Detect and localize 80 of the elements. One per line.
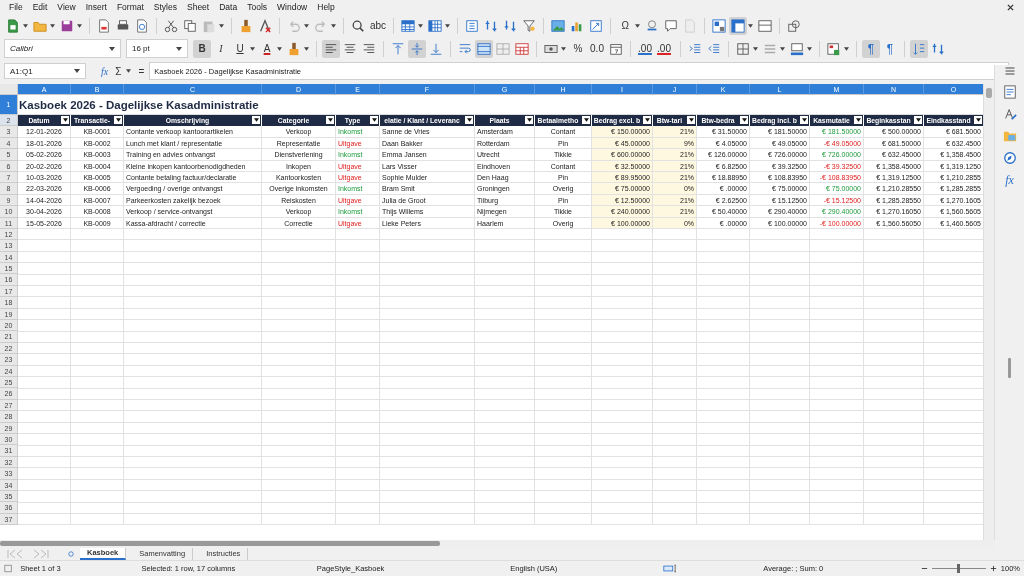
autofilter-button[interactable]	[643, 116, 651, 124]
menu-item[interactable]: Window	[272, 2, 313, 12]
menu-item[interactable]: Format	[111, 2, 149, 12]
sum-button[interactable]: Σ	[113, 65, 124, 77]
autofilter-button[interactable]	[252, 116, 260, 124]
dropdown-arrow-icon[interactable]	[748, 23, 754, 28]
functions-button[interactable]: fx	[1005, 173, 1014, 188]
autofilter-button[interactable]	[582, 116, 590, 124]
underline-button[interactable]: U	[231, 39, 249, 58]
close-icon[interactable]	[1007, 3, 1014, 11]
autofilter-button[interactable]	[326, 116, 334, 124]
dropdown-arrow-icon[interactable]	[50, 23, 55, 28]
dropdown-arrow-icon[interactable]	[23, 23, 28, 28]
properties-icon[interactable]	[1002, 85, 1017, 99]
bold-button[interactable]: B	[193, 39, 211, 58]
dropdown-arrow-icon[interactable]	[418, 23, 424, 28]
dropdown-arrow-icon[interactable]	[635, 23, 641, 28]
font-color-button[interactable]: A	[258, 39, 276, 58]
add-decimal-button[interactable]: .00	[636, 39, 654, 58]
dropdown-arrow-icon[interactable]	[304, 23, 309, 28]
dropdown-arrow-icon[interactable]	[109, 46, 115, 51]
dropdown-arrow-icon[interactable]	[176, 46, 182, 51]
zoom-in-icon[interactable]	[989, 565, 997, 572]
freeze-panes-icon[interactable]	[729, 16, 748, 35]
dropdown-arrow-icon[interactable]	[304, 46, 309, 51]
print-area-icon[interactable]	[710, 16, 729, 35]
dropdown-arrow-icon[interactable]	[219, 23, 224, 28]
right-to-left-button[interactable]: ¶	[881, 39, 899, 58]
document-status-icon	[4, 564, 13, 573]
autofilter-button[interactable]	[687, 116, 695, 124]
autofilter-button[interactable]	[114, 116, 122, 124]
dropdown-arrow-icon[interactable]	[74, 69, 80, 73]
autofilter-button[interactable]	[525, 116, 533, 124]
autofilter-button[interactable]	[854, 116, 862, 124]
align-left-icon[interactable]	[322, 39, 340, 58]
merge-center-icon[interactable]	[475, 39, 493, 58]
autofilter-button[interactable]	[800, 116, 808, 124]
menu-item[interactable]: Edit	[27, 2, 53, 12]
name-box[interactable]: A1:Q1	[4, 63, 86, 79]
dropdown-arrow-icon[interactable]	[780, 46, 785, 51]
menu-item[interactable]: Styles	[148, 2, 182, 12]
dropdown-arrow-icon[interactable]	[250, 46, 255, 51]
percent-button[interactable]: %	[569, 39, 587, 58]
dropdown-arrow-icon[interactable]	[753, 46, 758, 51]
menu-item[interactable]: Tools	[242, 2, 272, 12]
dropdown-arrow-icon[interactable]	[277, 46, 282, 51]
font-size-field[interactable]: 16 pt	[126, 39, 188, 58]
menu-item[interactable]: Insert	[80, 2, 112, 12]
autofilter-button[interactable]	[61, 116, 69, 124]
autofilter-button[interactable]	[370, 116, 378, 124]
menu-item[interactable]: File	[4, 2, 28, 12]
zoom-out-icon[interactable]	[920, 565, 928, 572]
dropdown-arrow-icon[interactable]	[331, 23, 336, 28]
menu-item[interactable]: Data	[214, 2, 243, 12]
spelling-button[interactable]: abc	[368, 16, 389, 35]
font-name-field[interactable]: Calibri	[4, 39, 121, 58]
delete-decimal-button[interactable]: .00	[655, 39, 673, 58]
stacked-text-icon[interactable]	[910, 39, 928, 58]
menu-item[interactable]: Help	[312, 2, 340, 12]
dropdown-arrow-icon[interactable]	[126, 69, 132, 73]
menu-item[interactable]: View	[52, 2, 81, 12]
dropdown-arrow-icon[interactable]	[844, 46, 849, 51]
autofilter-button[interactable]	[740, 116, 748, 124]
dropdown-arrow-icon[interactable]	[77, 23, 82, 28]
styles-icon[interactable]	[1002, 107, 1017, 121]
number-format-button[interactable]: 0.0	[588, 39, 606, 58]
autofilter-button[interactable]	[914, 116, 922, 124]
sheet-title: Kasboek 2026 - Dagelijkse Kasadministratie	[19, 98, 259, 111]
italic-button[interactable]: I	[212, 39, 230, 58]
special-character-button[interactable]: Ω	[616, 16, 635, 35]
autofilter-button[interactable]	[465, 116, 473, 124]
dropdown-arrow-icon[interactable]	[807, 46, 812, 51]
formula-button[interactable]: =	[136, 65, 147, 77]
function-wizard-button[interactable]: fx	[99, 65, 111, 77]
menu-item[interactable]: Sheet	[182, 2, 215, 12]
dropdown-arrow-icon[interactable]	[445, 23, 451, 28]
navigator-icon[interactable]	[1002, 151, 1017, 165]
sidebar-handle[interactable]	[1008, 358, 1011, 378]
dropdown-arrow-icon[interactable]	[561, 46, 566, 51]
autofilter-button[interactable]	[974, 116, 982, 124]
